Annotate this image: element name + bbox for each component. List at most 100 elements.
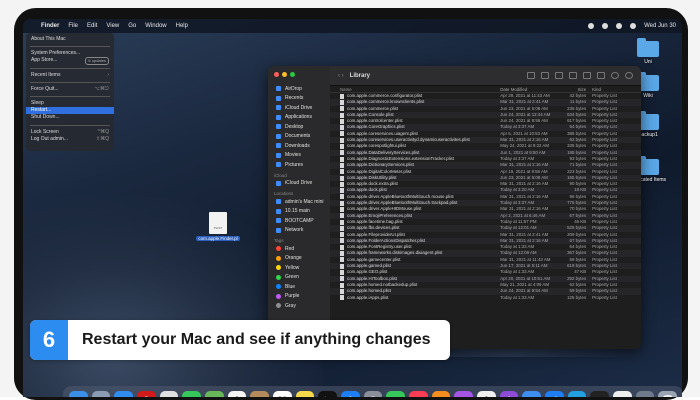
opera-dock-icon[interactable]: O bbox=[137, 390, 156, 397]
finder-dock-icon[interactable]: ☺ bbox=[69, 390, 88, 397]
menu-item-lock-screen[interactable]: Lock Screen ^⌘Q bbox=[26, 129, 114, 136]
notes-dock-icon[interactable]: ≡ bbox=[295, 390, 315, 397]
launchpad-dock-icon[interactable]: ▦ bbox=[91, 390, 111, 397]
desktop-folder-uni[interactable]: Uni bbox=[628, 38, 668, 65]
plist-file-icon bbox=[340, 131, 344, 137]
minimize-button[interactable] bbox=[282, 72, 287, 77]
photos2-dock-icon[interactable]: ❀ bbox=[477, 390, 496, 397]
sidebar-item-admin-s-mac-mini[interactable]: admin's Mac mini bbox=[268, 197, 330, 207]
teamviewer-dock-icon[interactable]: ⇄ bbox=[545, 390, 564, 397]
sidebar-item-blue[interactable]: Blue bbox=[268, 282, 330, 292]
menu-item-label: Lock Screen bbox=[31, 128, 59, 135]
photos-dock-icon[interactable]: ✿ bbox=[227, 390, 247, 397]
menu-item-shut-down[interactable]: Shut Down... bbox=[26, 114, 114, 121]
sidebar-item-downloads[interactable]: Downloads bbox=[268, 141, 330, 151]
column-size-header[interactable]: Size bbox=[561, 86, 592, 92]
menu-help[interactable]: Help bbox=[176, 23, 188, 29]
safari-dock-icon[interactable]: ◎ bbox=[114, 390, 134, 397]
sidebar-item-airdrop[interactable]: AirDrop bbox=[268, 84, 330, 94]
action-icon[interactable] bbox=[611, 72, 619, 79]
books-dock-icon[interactable]: ▤ bbox=[431, 390, 451, 397]
status-icon[interactable] bbox=[588, 23, 595, 29]
messages-dock-icon[interactable]: ✉ bbox=[182, 390, 202, 397]
menu-window[interactable]: Window bbox=[145, 23, 166, 29]
wifi-icon[interactable] bbox=[616, 23, 623, 29]
sidebar-item-green[interactable]: Green bbox=[268, 273, 330, 283]
feedback-dock-icon[interactable]: ! bbox=[499, 390, 519, 397]
sidebar-item-purple[interactable]: Purple bbox=[268, 292, 330, 302]
menu-view[interactable]: View bbox=[106, 23, 119, 29]
column-date-header[interactable]: Date Modified bbox=[500, 86, 561, 92]
podcasts-dock-icon[interactable]: ◉ bbox=[454, 390, 474, 397]
table-row[interactable]: com.apple.iApps.plist Today at 1:33 AM 125… bbox=[330, 295, 641, 301]
menu-item-about[interactable]: About This Mac bbox=[26, 36, 114, 43]
menu-file[interactable]: File bbox=[68, 23, 78, 29]
menu-finder[interactable]: Finder bbox=[41, 23, 59, 29]
sidebar-item-bootcamp[interactable]: BOOTCAMP bbox=[268, 216, 330, 226]
maps-dock-icon[interactable]: ◭ bbox=[205, 390, 224, 397]
plist-file-icon bbox=[340, 156, 344, 162]
menu-item-label: App Store... bbox=[31, 57, 58, 64]
sidebar-item-pictures[interactable]: Pictures bbox=[268, 160, 330, 170]
plist-file-icon bbox=[340, 206, 344, 212]
sidebar-item-yellow[interactable]: Yellow bbox=[268, 263, 330, 273]
menu-go[interactable]: Go bbox=[128, 23, 136, 29]
downloads-dock-icon[interactable]: ▦ bbox=[635, 390, 655, 397]
search-icon[interactable] bbox=[625, 72, 633, 79]
sidebar-item-gray[interactable]: Gray bbox=[268, 301, 330, 311]
sidebar-item-desktop[interactable]: Desktop bbox=[268, 122, 330, 132]
plist-file-icon bbox=[340, 188, 344, 194]
sidebar-item-10-15-main[interactable]: 10.15 main bbox=[268, 207, 330, 217]
menu-item-system-preferences[interactable]: System Preferences... bbox=[26, 50, 114, 57]
menu-item-app-store[interactable]: App Store... 6 updates bbox=[26, 57, 114, 65]
mail-dock-icon[interactable]: ✉ bbox=[522, 390, 542, 397]
sidebar-item-movies[interactable]: Movies bbox=[268, 151, 330, 161]
trash-dock-icon[interactable]: 🗑 bbox=[658, 390, 678, 397]
icon-view-icon[interactable] bbox=[527, 72, 535, 79]
system-preferences-dock-icon[interactable]: ⚙ bbox=[363, 390, 383, 397]
dragged-plist-file[interactable]: PLIST com.apple.Finder.pl bbox=[193, 212, 243, 241]
sidebar-item-applications[interactable]: Applications bbox=[268, 113, 330, 123]
sidebar-item-red[interactable]: Red bbox=[268, 244, 330, 254]
contacts-dock-icon[interactable]: ☻ bbox=[250, 390, 270, 397]
document-dock-icon[interactable]: ▯ bbox=[613, 390, 632, 397]
group-icon[interactable] bbox=[583, 72, 591, 79]
sidebar-item-icloud-drive[interactable]: iCloud Drive bbox=[268, 103, 330, 113]
appletv-dock-icon[interactable]: tv bbox=[318, 390, 338, 397]
terminal-dock-icon[interactable]: >_ bbox=[590, 390, 610, 397]
gallery-view-icon[interactable] bbox=[569, 72, 577, 79]
facetime-dock-icon[interactable]: ▶ bbox=[386, 390, 406, 397]
column-name-header[interactable]: Name bbox=[340, 86, 500, 92]
sidebar-item-label: 10.15 main bbox=[285, 208, 310, 215]
close-button[interactable] bbox=[274, 72, 279, 77]
sidebar-item-icloud-drive[interactable]: iCloud Drive bbox=[268, 179, 330, 189]
plist-file-icon bbox=[340, 244, 344, 250]
list-header: Name Date Modified Size Kind bbox=[330, 86, 641, 93]
menu-item-force-quit[interactable]: Force Quit... ⌥⌘⎋ bbox=[26, 86, 114, 93]
status-icon[interactable] bbox=[602, 23, 609, 29]
column-kind-header[interactable]: Kind bbox=[592, 86, 641, 92]
music-dock-icon[interactable]: ♪ bbox=[409, 390, 428, 397]
sidebar-item-orange[interactable]: Orange bbox=[268, 254, 330, 264]
menu-item-recent-items[interactable]: Recent Items › bbox=[26, 72, 114, 79]
list-view-icon[interactable] bbox=[541, 72, 549, 79]
zoom-button[interactable] bbox=[290, 72, 295, 77]
menu-item-restart[interactable]: Restart... bbox=[26, 107, 114, 115]
column-view-icon[interactable] bbox=[555, 72, 563, 79]
menu-item-sleep[interactable]: Sleep bbox=[26, 100, 114, 107]
sidebar-item-label: Recents bbox=[285, 95, 304, 102]
chrome-dock-icon[interactable]: ◉ bbox=[159, 390, 179, 397]
mackeeper-dock-icon[interactable]: m bbox=[567, 390, 587, 397]
calendar-dock-icon[interactable]: 30 bbox=[273, 390, 292, 397]
sidebar-item-documents[interactable]: Documents bbox=[268, 132, 330, 142]
back-forward-icon[interactable]: ‹ › bbox=[338, 73, 344, 79]
plist-file-icon bbox=[340, 118, 344, 124]
share-icon[interactable] bbox=[597, 72, 605, 79]
menu-edit[interactable]: Edit bbox=[87, 23, 97, 29]
appstore-dock-icon[interactable]: A bbox=[341, 390, 360, 397]
sidebar-item-network[interactable]: Network bbox=[268, 226, 330, 236]
clock[interactable]: Wed Jun 30 bbox=[644, 23, 676, 29]
battery-icon[interactable] bbox=[630, 23, 637, 29]
menu-item-log-out[interactable]: Log Out admin... ⇧⌘Q bbox=[26, 136, 114, 143]
sidebar-item-recents[interactable]: Recents bbox=[268, 94, 330, 104]
